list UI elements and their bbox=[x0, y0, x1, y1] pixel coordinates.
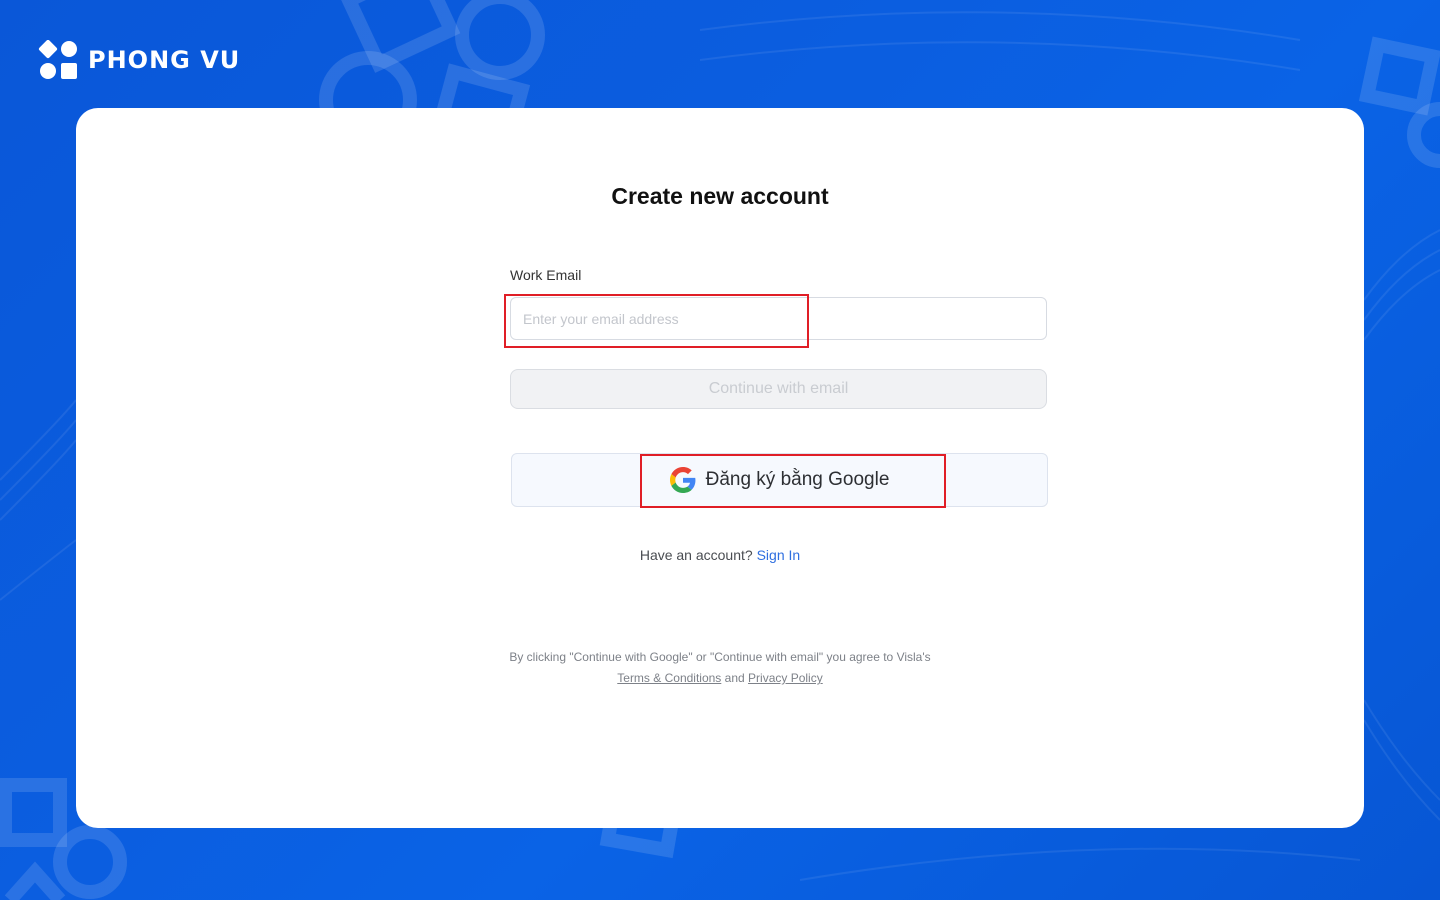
legal-notice: By clicking "Continue with Google" or "C… bbox=[0, 647, 1440, 689]
page-title: Create new account bbox=[611, 183, 829, 209]
email-field[interactable] bbox=[510, 297, 1047, 340]
brand-name: PHONG VU bbox=[88, 46, 241, 74]
have-account-row: Have an account? Sign In bbox=[0, 547, 1440, 563]
privacy-policy-link[interactable]: Privacy Policy bbox=[748, 671, 823, 685]
google-signup-label: Đăng ký bằng Google bbox=[705, 469, 890, 490]
sign-in-link[interactable]: Sign In bbox=[757, 547, 801, 563]
legal-text: By clicking "Continue with Google" or "C… bbox=[509, 650, 931, 664]
brand-logo[interactable]: PHONG VU bbox=[38, 40, 240, 80]
legal-and-text: and bbox=[724, 671, 745, 685]
phong-vu-logo-icon bbox=[38, 40, 77, 79]
google-g-icon bbox=[669, 467, 696, 493]
terms-link[interactable]: Terms & Conditions bbox=[617, 671, 721, 685]
google-signup-button[interactable]: Đăng ký bằng Google bbox=[511, 453, 1048, 507]
have-account-text: Have an account? bbox=[639, 547, 753, 563]
continue-with-email-button[interactable]: Continue with email bbox=[510, 369, 1047, 409]
email-label: Work Email bbox=[510, 267, 582, 283]
